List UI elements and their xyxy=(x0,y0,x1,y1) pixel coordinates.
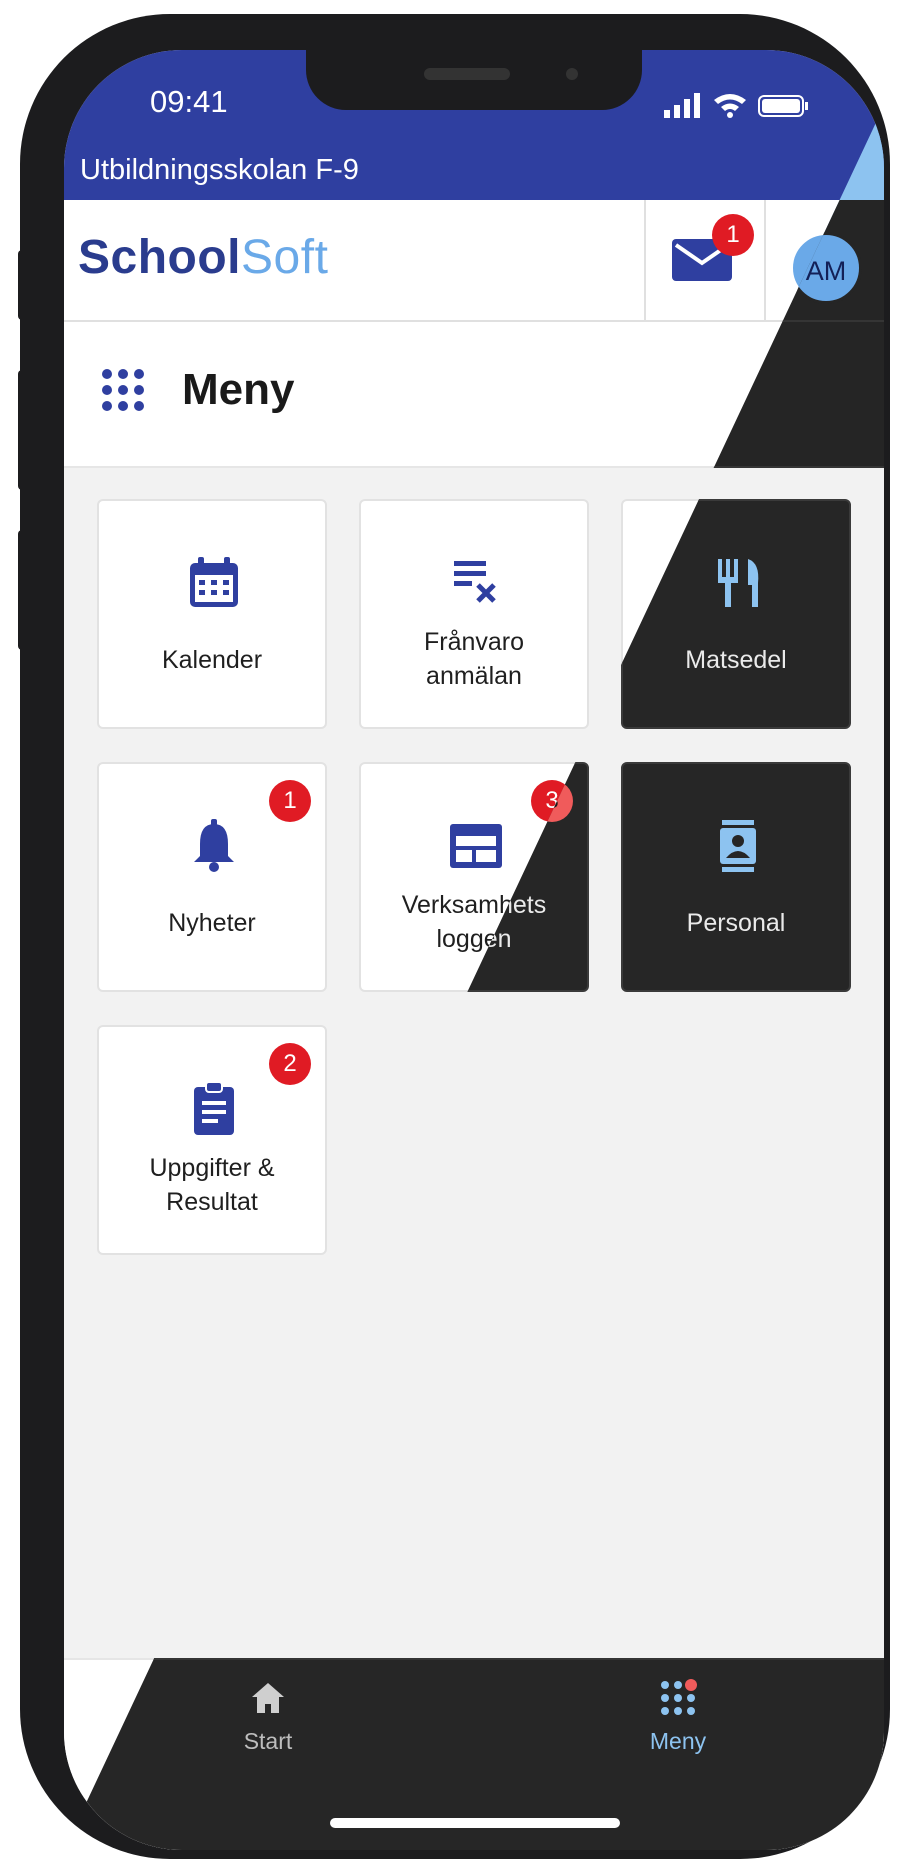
grid-icon xyxy=(102,369,144,411)
nav-start[interactable]: Start xyxy=(168,1678,368,1755)
absence-icon xyxy=(454,561,496,603)
home-icon xyxy=(252,1683,284,1713)
tile-badge: 2 xyxy=(269,1043,311,1085)
status-time: 09:41 xyxy=(150,84,228,119)
grid-icon xyxy=(661,1679,697,1715)
calendar-icon xyxy=(190,557,238,607)
bell-icon xyxy=(194,819,234,872)
notch xyxy=(306,50,642,110)
tile-label: Nyheter xyxy=(168,909,256,937)
messages-badge: 1 xyxy=(712,214,754,256)
front-camera xyxy=(566,68,578,80)
tile-label: Kalender xyxy=(161,646,263,674)
tile-label-line2: anmälan xyxy=(426,662,522,690)
cutlery-icon xyxy=(718,559,759,607)
school-name: Utbildningsskolan F-9 xyxy=(80,154,359,186)
logo-part1: School xyxy=(78,231,242,284)
tile-nyheter[interactable]: Nyheter 1 xyxy=(97,762,327,992)
nav-label: Meny xyxy=(649,1728,707,1754)
menu-title: Meny xyxy=(182,365,295,414)
speaker xyxy=(424,68,510,80)
tile-label: Frånvaro anmälan xyxy=(361,625,587,693)
tile-kalender[interactable]: Kalender xyxy=(97,499,327,729)
schoolsoft-logo[interactable]: SchoolSoft xyxy=(78,230,328,285)
nav-meny[interactable]: Meny xyxy=(578,1678,778,1755)
log-icon xyxy=(450,824,502,868)
tile-label-line1: Frånvaro xyxy=(423,628,525,656)
logo-part2: Soft xyxy=(241,231,329,284)
tile-personal[interactable]: Personal xyxy=(621,762,851,992)
staff-icon xyxy=(720,820,756,872)
tile-badge: 1 xyxy=(269,780,311,822)
tile-uppgifter[interactable]: Uppgifter & Resultat 2 xyxy=(97,1025,327,1255)
tile-label: Personal xyxy=(686,909,786,937)
tile-franvaro[interactable]: Frånvaro anmälan xyxy=(359,499,589,729)
home-indicator xyxy=(330,1818,620,1828)
clipboard-icon xyxy=(194,1081,234,1135)
tile-label-line1: Uppgifter & xyxy=(149,1154,275,1182)
nav-label: Start xyxy=(243,1728,293,1754)
status-icons xyxy=(664,93,808,118)
tile-label: Matsedel xyxy=(685,646,787,674)
tile-label: Uppgifter & Resultat xyxy=(99,1151,325,1219)
phone-screen: 09:41 Utbildningsskolan F-9 SchoolSoft 1… xyxy=(64,50,884,1850)
tile-label-line2: Resultat xyxy=(166,1188,258,1216)
